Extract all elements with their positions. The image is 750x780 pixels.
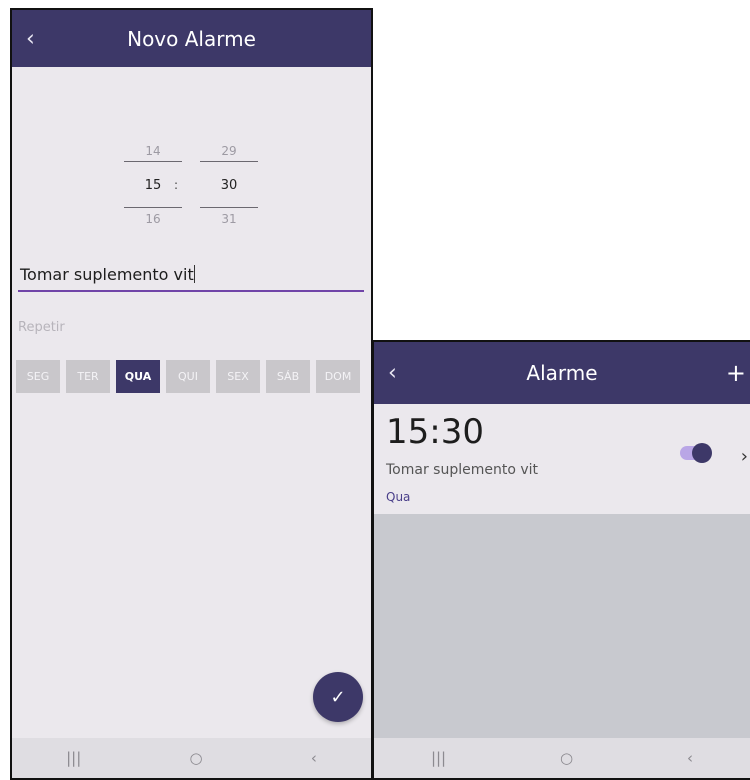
weekday-selector: SEG TER QUA QUI SEX SÁB DOM — [16, 360, 366, 393]
hour-prev[interactable]: 14 — [124, 144, 182, 158]
toggle-knob — [692, 443, 712, 463]
nav-back-icon[interactable]: ‹ — [687, 749, 693, 767]
day-sab-button[interactable]: SÁB — [266, 360, 310, 393]
alarm-enabled-toggle[interactable] — [680, 443, 712, 463]
app-bar: ‹ Novo Alarme — [12, 10, 371, 67]
minute-selected[interactable]: 30 — [200, 178, 258, 193]
alarm-list-screen: ‹ Alarme + 15:30 Tomar suplemento vit Qu… — [372, 340, 750, 780]
day-qui-button[interactable]: QUI — [166, 360, 210, 393]
app-bar: ‹ Alarme + — [374, 342, 750, 404]
home-icon[interactable]: ○ — [190, 749, 203, 767]
home-icon[interactable]: ○ — [560, 749, 573, 767]
alarm-time: 15:30 — [386, 412, 484, 452]
picker-divider — [200, 207, 258, 208]
system-nav-bar: ||| ○ ‹ — [374, 738, 750, 778]
repeat-label: Repetir — [18, 320, 65, 335]
new-alarm-screen: ‹ Novo Alarme 14 15 16 : 29 30 31 Tomar … — [10, 8, 373, 780]
day-seg-button[interactable]: SEG — [16, 360, 60, 393]
alarm-title-input[interactable]: Tomar suplemento vit — [18, 265, 364, 292]
add-icon[interactable]: + — [726, 359, 746, 387]
alarm-title-value: Tomar suplemento vit — [20, 265, 194, 284]
confirm-button[interactable]: ✓ — [313, 672, 363, 722]
text-cursor — [193, 265, 195, 283]
page-title: Alarme — [526, 361, 598, 385]
recents-icon[interactable]: ||| — [66, 749, 81, 767]
alarm-days: Qua — [386, 490, 411, 504]
minute-next[interactable]: 31 — [200, 212, 258, 226]
nav-back-icon[interactable]: ‹ — [311, 749, 317, 767]
picker-divider — [124, 207, 182, 208]
minute-prev[interactable]: 29 — [200, 144, 258, 158]
recents-icon[interactable]: ||| — [431, 749, 446, 767]
chevron-right-icon[interactable]: › — [741, 446, 748, 467]
time-separator: : — [174, 178, 179, 192]
day-ter-button[interactable]: TER — [66, 360, 110, 393]
alarm-description: Tomar suplemento vit — [386, 462, 539, 478]
picker-divider — [124, 161, 182, 162]
minute-picker[interactable]: 29 30 31 — [200, 140, 258, 226]
day-qua-button[interactable]: QUA — [116, 360, 160, 393]
list-empty-area — [374, 514, 750, 738]
day-sex-button[interactable]: SEX — [216, 360, 260, 393]
check-icon: ✓ — [330, 686, 346, 708]
alarm-list-item[interactable]: 15:30 Tomar suplemento vit Qua › — [374, 404, 750, 514]
system-nav-bar: ||| ○ ‹ — [12, 738, 371, 778]
hour-next[interactable]: 16 — [124, 212, 182, 226]
day-dom-button[interactable]: DOM — [316, 360, 360, 393]
picker-divider — [200, 161, 258, 162]
page-title: Novo Alarme — [127, 26, 256, 51]
